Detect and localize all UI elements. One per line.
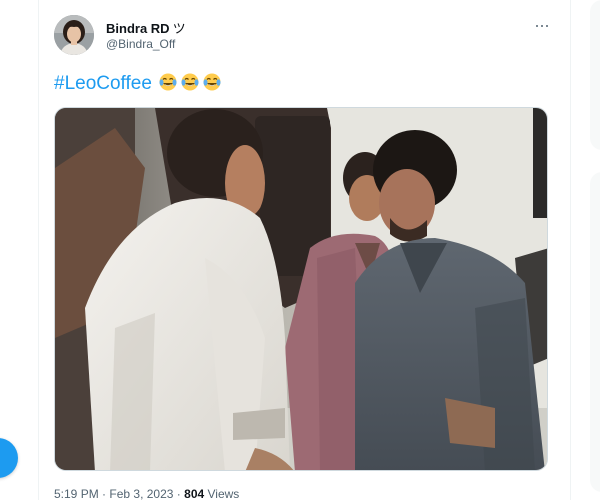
face-with-tears-of-joy-icon <box>181 73 199 91</box>
tweet-media[interactable] <box>54 107 548 471</box>
face-with-tears-of-joy-icon <box>203 73 221 91</box>
right-sidebar-card <box>590 172 600 492</box>
tweet-meta: 5:19 PM · Feb 3, 2023 · 804 Views <box>54 487 239 500</box>
tweet-date[interactable]: Feb 3, 2023 <box>109 487 173 500</box>
profile-avatar-icon <box>54 15 94 55</box>
column-border-left <box>38 0 39 500</box>
meta-separator: · <box>176 487 181 500</box>
more-button[interactable] <box>532 16 552 36</box>
tweet-time[interactable]: 5:19 PM <box>54 487 99 500</box>
author-display-name[interactable]: Bindra RD ツ <box>106 18 186 37</box>
meta-separator: · <box>102 487 107 500</box>
tweet-page: Bindra RD ツ @Bindra_Off #LeoCoffee 5:19 … <box>0 0 600 500</box>
views-count: 804 <box>184 487 205 500</box>
right-sidebar-card <box>590 0 600 150</box>
hashtag-link[interactable]: #LeoCoffee <box>54 73 152 94</box>
avatar[interactable] <box>54 15 94 55</box>
face-with-tears-of-joy-icon <box>159 73 177 91</box>
tweet-media-image <box>55 108 547 470</box>
more-horizontal-icon <box>545 24 549 28</box>
views-label: Views <box>207 487 240 500</box>
author-handle[interactable]: @Bindra_Off <box>106 37 175 51</box>
author-name-text: Bindra RD <box>106 21 170 36</box>
author-name-suffix: ツ <box>172 21 186 36</box>
more-horizontal-icon <box>535 24 539 28</box>
compose-button[interactable] <box>0 438 18 478</box>
emoji-group <box>158 72 224 99</box>
tweet-text: #LeoCoffee <box>54 72 224 99</box>
more-horizontal-icon <box>540 24 544 28</box>
